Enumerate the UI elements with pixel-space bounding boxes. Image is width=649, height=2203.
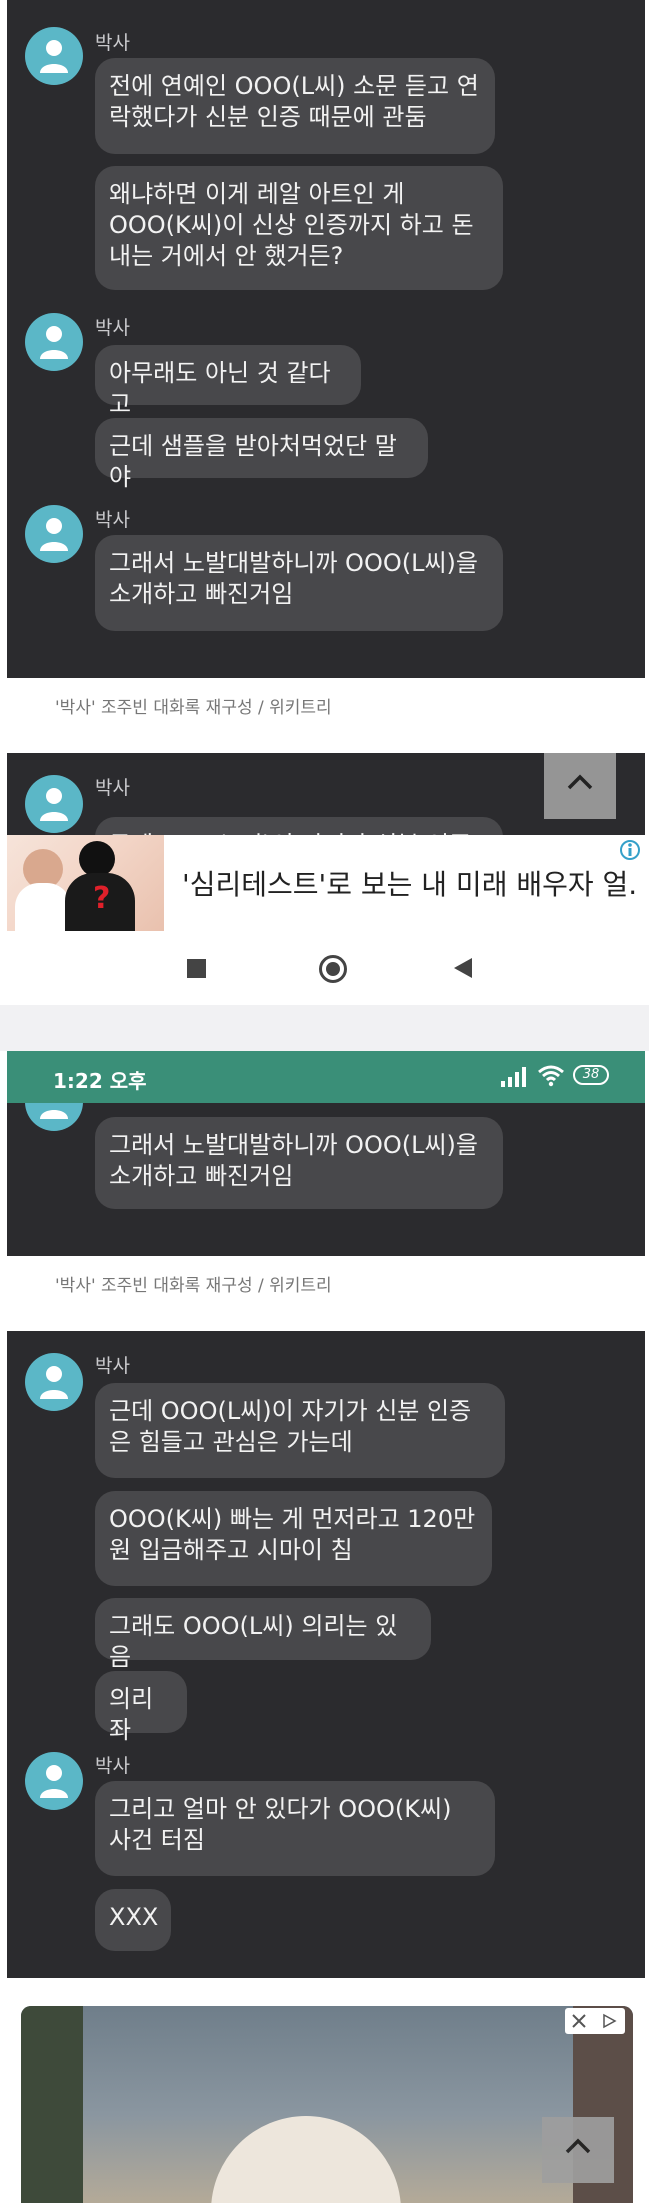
chevron-up-icon	[567, 774, 593, 790]
caption-band: '박사' 조주빈 대화록 재구성 / 위키트리	[7, 1256, 645, 1331]
battery-level: 38	[582, 1067, 600, 1082]
avatar[interactable]	[25, 313, 83, 371]
person-icon	[40, 788, 68, 821]
ad-title[interactable]: '심리테스트'로 보는 내 미래 배우자 얼...	[182, 863, 637, 903]
chat-panel-3: 그래서 노발대발하니까 OOO(L씨)을 소개하고 빠진거임	[7, 1103, 645, 1256]
person-icon	[40, 326, 68, 359]
ad-close-button[interactable]	[565, 2008, 625, 2034]
chevron-up-icon	[565, 2138, 591, 2154]
message-bubble: XXX	[95, 1889, 171, 1951]
battery-icon: 38	[573, 1065, 609, 1085]
circle-icon	[326, 962, 340, 976]
recent-apps-button[interactable]	[187, 959, 206, 978]
signal-icon	[501, 1067, 527, 1091]
triangle-left-icon	[454, 958, 472, 978]
message-bubble: 왜냐하면 이게 레알 아트인 게 OOO(K씨)이 신상 인증까지 하고 돈 내…	[95, 166, 503, 290]
scroll-to-top-button[interactable]	[542, 2117, 614, 2183]
screenshot-separator	[0, 1005, 649, 1051]
home-button[interactable]	[319, 955, 347, 983]
caption-band: '박사' 조주빈 대화록 재구성 / 위키트리	[7, 678, 645, 753]
sender-name: 박사	[95, 317, 130, 339]
chat-panel-2: 박사 근데 OOO(L씨)이 자기가 신분 인증은	[7, 753, 645, 835]
avatar[interactable]	[25, 1752, 83, 1810]
play-icon	[603, 2013, 617, 2029]
message-bubble: 그래서 노발대발하니까 OOO(L씨)을 소개하고 빠진거임	[95, 535, 503, 631]
message-bubble: 그리고 얼마 안 있다가 OOO(K씨) 사건 터짐	[95, 1781, 495, 1876]
sender-name: 박사	[95, 509, 130, 531]
android-nav-bar	[7, 931, 645, 1005]
avatar[interactable]	[25, 27, 83, 85]
sender-name: 박사	[95, 1355, 130, 1377]
question-mark-icon: ?	[93, 881, 111, 916]
close-icon	[572, 2014, 586, 2028]
image-ad[interactable]	[21, 2006, 633, 2203]
wifi-icon	[537, 1063, 565, 1091]
person-icon	[40, 40, 68, 73]
ad-banner[interactable]: ? '심리테스트'로 보는 내 미래 배우자 얼...	[7, 835, 645, 932]
person-icon	[40, 1110, 68, 1119]
scroll-to-top-button[interactable]	[544, 753, 616, 819]
image-caption: '박사' 조주빈 대화록 재구성 / 위키트리	[55, 698, 332, 718]
status-time: 1:22 오후	[53, 1069, 147, 1093]
message-bubble: 전에 연예인 OOO(L씨) 소문 듣고 연락했다가 신분 인증 때문에 관둠	[95, 58, 495, 154]
message-bubble: 근데 샘플을 받아처먹었단 말야	[95, 418, 428, 491]
status-bar: 1:22 오후 38	[7, 1051, 645, 1103]
message-bubble: 의리좌	[95, 1671, 187, 1744]
sender-name: 박사	[95, 32, 130, 54]
chat-panel-1: 박사 전에 연예인 OOO(L씨) 소문 듣고 연락했다가 신분 인증 때문에 …	[7, 0, 645, 678]
message-bubble: 그래서 노발대발하니까 OOO(L씨)을 소개하고 빠진거임	[95, 1117, 503, 1209]
adchoices-icon[interactable]	[619, 839, 641, 861]
message-bubble: 근데 OOO(L씨)이 자기가 신분 인증은	[95, 817, 503, 835]
message-bubble: 그래도 OOO(L씨) 의리는 있음	[95, 1598, 431, 1671]
chat-panel-4: 박사 근데 OOO(L씨)이 자기가 신분 인증은 힘들고 관심은 가는데 OO…	[7, 1331, 645, 1978]
back-button[interactable]	[453, 957, 473, 983]
image-caption: '박사' 조주빈 대화록 재구성 / 위키트리	[55, 1276, 332, 1296]
sender-name: 박사	[95, 777, 130, 799]
person-icon	[40, 1765, 68, 1798]
avatar[interactable]	[25, 505, 83, 563]
message-bubble: 아무래도 아닌 것 같다고	[95, 345, 361, 418]
avatar[interactable]	[25, 1103, 83, 1131]
ad-thumbnail: ?	[7, 835, 164, 931]
avatar[interactable]	[25, 1353, 83, 1411]
person-icon	[40, 1366, 68, 1399]
message-bubble: 근데 OOO(L씨)이 자기가 신분 인증은 힘들고 관심은 가는데	[95, 1383, 505, 1478]
sender-name: 박사	[95, 1755, 130, 1777]
avatar[interactable]	[25, 775, 83, 833]
message-bubble: OOO(K씨) 빠는 게 먼저라고 120만원 입금해주고 시마이 침	[95, 1491, 492, 1586]
person-icon	[40, 518, 68, 551]
